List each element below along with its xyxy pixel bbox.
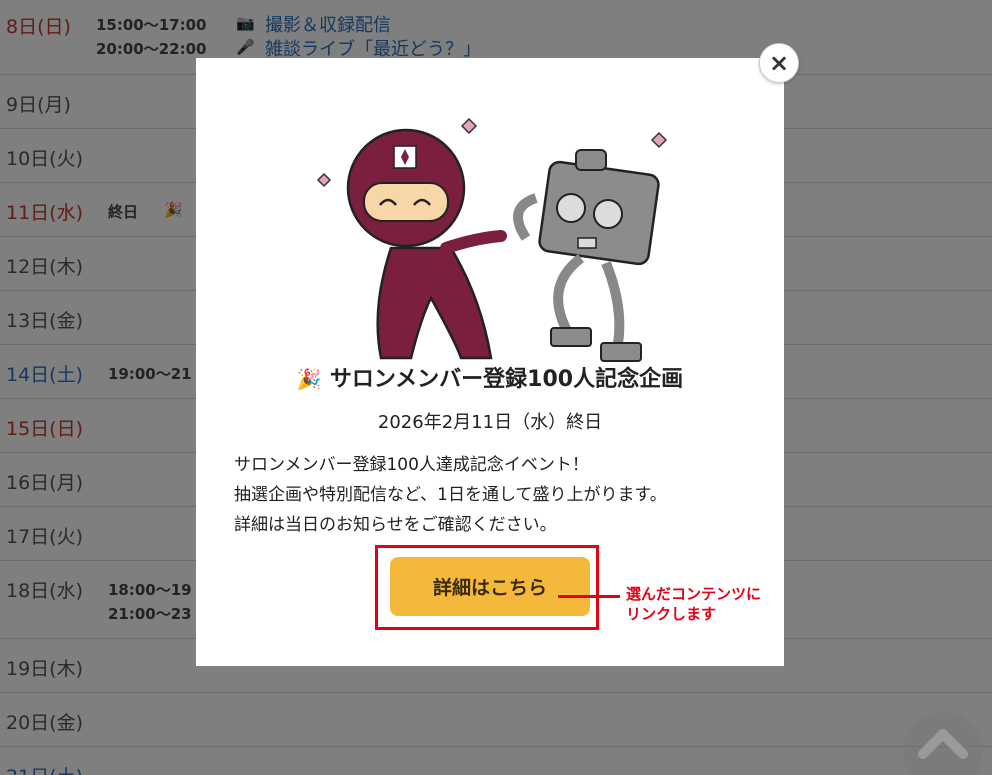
description-line: 抽選企画や特別配信など、1日を通して盛り上がります。 xyxy=(234,485,667,505)
close-icon: × xyxy=(768,49,790,77)
modal-title-text: サロンメンバー登録100人記念企画 xyxy=(329,367,684,392)
close-modal-button[interactable]: × xyxy=(759,43,799,83)
announcement-modal: 🎉 サロンメンバー登録100人記念企画 2026年2月11日（水）終日 サロンメン… xyxy=(196,58,784,666)
details-button[interactable]: 詳細はこちら xyxy=(390,557,590,616)
ninja-robot-illustration xyxy=(316,117,668,362)
robot-character xyxy=(513,149,660,362)
callout-line-text: リンクします xyxy=(626,605,717,623)
annotation-callout-line xyxy=(558,595,620,598)
callout-line-text: 選んだコンテンツに xyxy=(626,585,762,603)
event-description: サロンメンバー登録100人達成記念イベント！ 抽選企画や特別配信など、1日を通し… xyxy=(234,450,764,540)
chevron-up-icon xyxy=(918,729,968,759)
modal-title: 🎉 サロンメンバー登録100人記念企画 xyxy=(196,361,784,393)
party-popper-icon: 🎉 xyxy=(296,367,322,391)
event-date: 2026年2月11日（水）終日 xyxy=(377,412,603,433)
description-line: 詳細は当日のお知らせをご確認ください。 xyxy=(234,515,557,535)
ninja-character xyxy=(346,128,507,360)
annotation-callout-text: 選んだコンテンツに リンクします xyxy=(626,584,786,624)
description-line: サロンメンバー登録100人達成記念イベント！ xyxy=(234,455,589,475)
